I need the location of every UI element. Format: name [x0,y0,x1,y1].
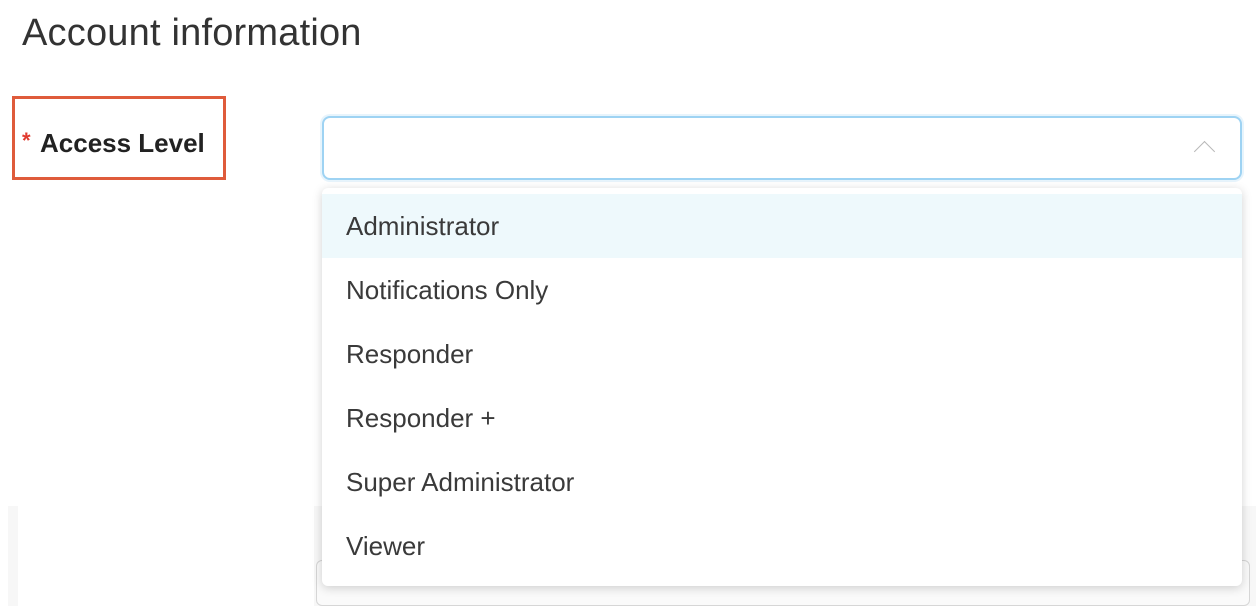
required-indicator: * [22,128,31,153]
access-level-select[interactable] [322,116,1242,180]
access-level-label: Access Level [40,128,205,158]
option-viewer[interactable]: Viewer [322,514,1242,578]
option-responder[interactable]: Responder [322,322,1242,386]
background-panel-inner [18,506,314,606]
option-super-administrator[interactable]: Super Administrator [322,450,1242,514]
option-administrator[interactable]: Administrator [322,194,1242,258]
section-title: Account information [22,12,362,54]
access-level-dropdown-menu: Administrator Notifications Only Respond… [322,188,1242,586]
option-responder-plus[interactable]: Responder + [322,386,1242,450]
chevron-up-icon[interactable] [1193,140,1216,163]
option-notifications-only[interactable]: Notifications Only [322,258,1242,322]
